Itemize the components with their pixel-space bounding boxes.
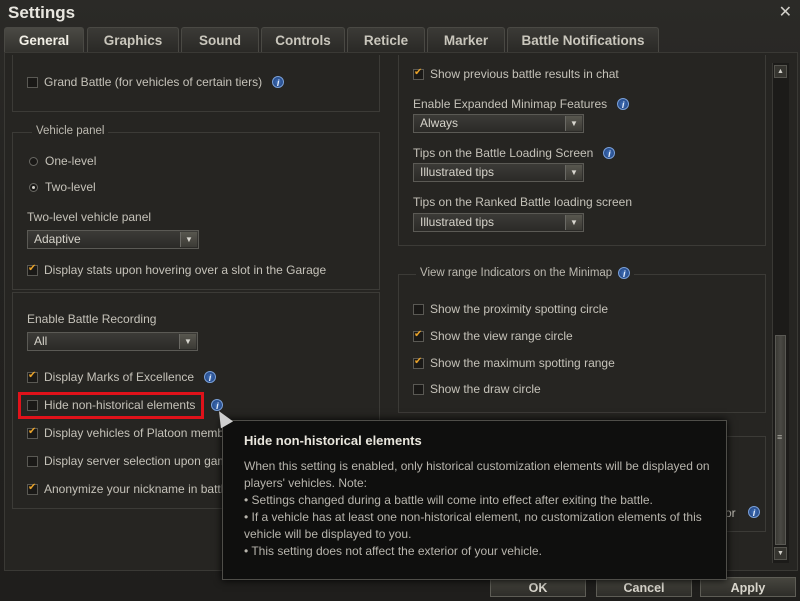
minimap-features-label: Enable Expanded Minimap Features bbox=[413, 97, 608, 111]
cancel-button[interactable]: Cancel bbox=[596, 577, 692, 597]
draw-circle-label: Show the draw circle bbox=[430, 382, 541, 396]
marks-of-excellence-row[interactable]: Display Marks of Excellence i bbox=[27, 370, 217, 384]
dropdown-value: All bbox=[34, 334, 48, 348]
tooltip-line: • This setting does not affect the exter… bbox=[244, 544, 542, 558]
tips-ranked-dropdown[interactable]: Illustrated tips ▼ bbox=[413, 213, 584, 232]
scroll-up-icon[interactable]: ▲ bbox=[774, 65, 787, 78]
view-range-legend: View range Indicators on the Minimap bbox=[420, 267, 613, 279]
tab-graphics[interactable]: Graphics bbox=[87, 27, 179, 52]
tooltip-line: • If a vehicle has at least one non-hist… bbox=[244, 510, 702, 541]
tooltip-body: When this setting is enabled, only histo… bbox=[244, 458, 719, 560]
two-level-panel-label: Two-level vehicle panel bbox=[27, 210, 152, 224]
info-icon[interactable]: i bbox=[617, 98, 630, 110]
scrollbar[interactable]: ▲ ≡ ▼ bbox=[772, 63, 789, 563]
minimap-features-label-row: Enable Expanded Minimap Features i bbox=[413, 97, 630, 111]
minimap-features-dropdown[interactable]: Always ▼ bbox=[413, 114, 584, 133]
radio-button[interactable] bbox=[29, 156, 38, 166]
platoon-vehicles-row[interactable]: Display vehicles of Platoon memb bbox=[27, 426, 224, 440]
grand-battle-checkbox[interactable] bbox=[27, 76, 38, 88]
radio-button[interactable] bbox=[29, 182, 38, 192]
view-range-checkbox[interactable] bbox=[413, 329, 424, 342]
platoon-checkbox[interactable] bbox=[27, 426, 38, 439]
battle-recording-dropdown[interactable]: All ▼ bbox=[27, 332, 198, 351]
tips-loading-label-row: Tips on the Battle Loading Screen i bbox=[413, 146, 616, 160]
tab-reticle[interactable]: Reticle bbox=[347, 27, 425, 52]
close-icon[interactable]: ✕ bbox=[779, 2, 792, 22]
settings-window: Settings ✕ General Graphics Sound Contro… bbox=[0, 0, 800, 601]
previous-results-row[interactable]: Show previous battle results in chat bbox=[413, 67, 619, 81]
chevron-down-icon[interactable]: ▼ bbox=[565, 215, 582, 230]
dropdown-value: Illustrated tips bbox=[420, 215, 495, 229]
display-stats-row[interactable]: Display stats upon hovering over a slot … bbox=[27, 263, 326, 277]
tab-general[interactable]: General bbox=[4, 27, 84, 52]
tooltip-line: • Settings changed during a battle will … bbox=[244, 493, 653, 507]
radio-two-level[interactable]: Two-level bbox=[29, 180, 96, 194]
marks-checkbox[interactable] bbox=[27, 370, 38, 383]
view-range-label: Show the view range circle bbox=[430, 329, 573, 343]
dropdown-value: Always bbox=[420, 116, 459, 130]
max-spotting-row[interactable]: Show the maximum spotting range bbox=[413, 356, 615, 370]
ok-button[interactable]: OK bbox=[490, 577, 586, 597]
info-icon[interactable]: i bbox=[204, 371, 217, 383]
grand-battle-label: Grand Battle (for vehicles of certain ti… bbox=[44, 75, 263, 89]
battle-recording-label: Enable Battle Recording bbox=[27, 312, 157, 326]
tips-loading-label: Tips on the Battle Loading Screen bbox=[413, 146, 594, 160]
vehicle-panel-legend: Vehicle panel bbox=[32, 125, 109, 137]
info-icon[interactable]: i bbox=[618, 267, 631, 279]
view-range-row[interactable]: Show the view range circle bbox=[413, 329, 573, 343]
chevron-down-icon[interactable]: ▼ bbox=[179, 334, 196, 349]
tab-marker[interactable]: Marker bbox=[427, 27, 505, 52]
server-selection-label: Display server selection upon gam bbox=[44, 454, 228, 468]
anonymize-label: Anonymize your nickname in battl bbox=[44, 482, 224, 496]
display-stats-checkbox[interactable] bbox=[27, 263, 38, 276]
dropdown-value: Illustrated tips bbox=[420, 165, 495, 179]
draw-circle-checkbox[interactable] bbox=[413, 383, 424, 395]
max-spotting-label: Show the maximum spotting range bbox=[430, 356, 615, 370]
proximity-label: Show the proximity spotting circle bbox=[430, 302, 609, 316]
info-icon[interactable]: i bbox=[272, 76, 285, 88]
view-range-legend-row: View range Indicators on the Minimap i bbox=[416, 267, 635, 279]
platoon-label: Display vehicles of Platoon memb bbox=[44, 426, 225, 440]
scrollbar-thumb[interactable]: ≡ bbox=[775, 335, 786, 545]
grand-battle-checkbox-row[interactable]: Grand Battle (for vehicles of certain ti… bbox=[27, 75, 285, 89]
previous-results-label: Show previous battle results in chat bbox=[430, 67, 619, 81]
marks-label: Display Marks of Excellence bbox=[44, 370, 195, 384]
dropdown-value: Adaptive bbox=[34, 232, 81, 246]
tab-sound[interactable]: Sound bbox=[181, 27, 259, 52]
server-selection-checkbox[interactable] bbox=[27, 455, 38, 467]
two-level-panel-dropdown[interactable]: Adaptive ▼ bbox=[27, 230, 199, 249]
display-stats-label: Display stats upon hovering over a slot … bbox=[44, 263, 327, 277]
scroll-down-icon[interactable]: ▼ bbox=[774, 547, 787, 560]
chevron-down-icon[interactable]: ▼ bbox=[565, 165, 582, 180]
two-level-label: Two-level bbox=[45, 180, 96, 194]
max-spotting-checkbox[interactable] bbox=[413, 356, 424, 369]
previous-results-checkbox[interactable] bbox=[413, 67, 424, 80]
info-icon[interactable]: i bbox=[603, 147, 616, 159]
tab-battle-notifications[interactable]: Battle Notifications bbox=[507, 27, 659, 52]
apply-button[interactable]: Apply bbox=[700, 577, 796, 597]
tab-controls[interactable]: Controls bbox=[261, 27, 345, 52]
grip-icon: ≡ bbox=[777, 432, 783, 442]
tooltip-title: Hide non-historical elements bbox=[244, 433, 422, 448]
tips-ranked-label: Tips on the Ranked Battle loading screen bbox=[413, 195, 633, 209]
chevron-down-icon[interactable]: ▼ bbox=[180, 232, 197, 247]
anonymize-row[interactable]: Anonymize your nickname in battl bbox=[27, 482, 223, 496]
info-icon[interactable]: i bbox=[748, 506, 760, 518]
proximity-row[interactable]: Show the proximity spotting circle bbox=[413, 302, 608, 316]
proximity-checkbox[interactable] bbox=[413, 303, 424, 315]
draw-circle-row[interactable]: Show the draw circle bbox=[413, 382, 541, 396]
server-selection-row[interactable]: Display server selection upon gam bbox=[27, 454, 227, 468]
radio-one-level[interactable]: One-level bbox=[29, 154, 96, 168]
one-level-label: One-level bbox=[45, 154, 97, 168]
chevron-down-icon[interactable]: ▼ bbox=[565, 116, 582, 131]
anonymize-checkbox[interactable] bbox=[27, 482, 38, 495]
tooltip: Hide non-historical elements When this s… bbox=[222, 420, 727, 580]
highlight-box bbox=[18, 392, 204, 419]
tips-loading-dropdown[interactable]: Illustrated tips ▼ bbox=[413, 163, 584, 182]
tooltip-line: When this setting is enabled, only histo… bbox=[244, 459, 710, 490]
window-title: Settings bbox=[8, 3, 76, 22]
